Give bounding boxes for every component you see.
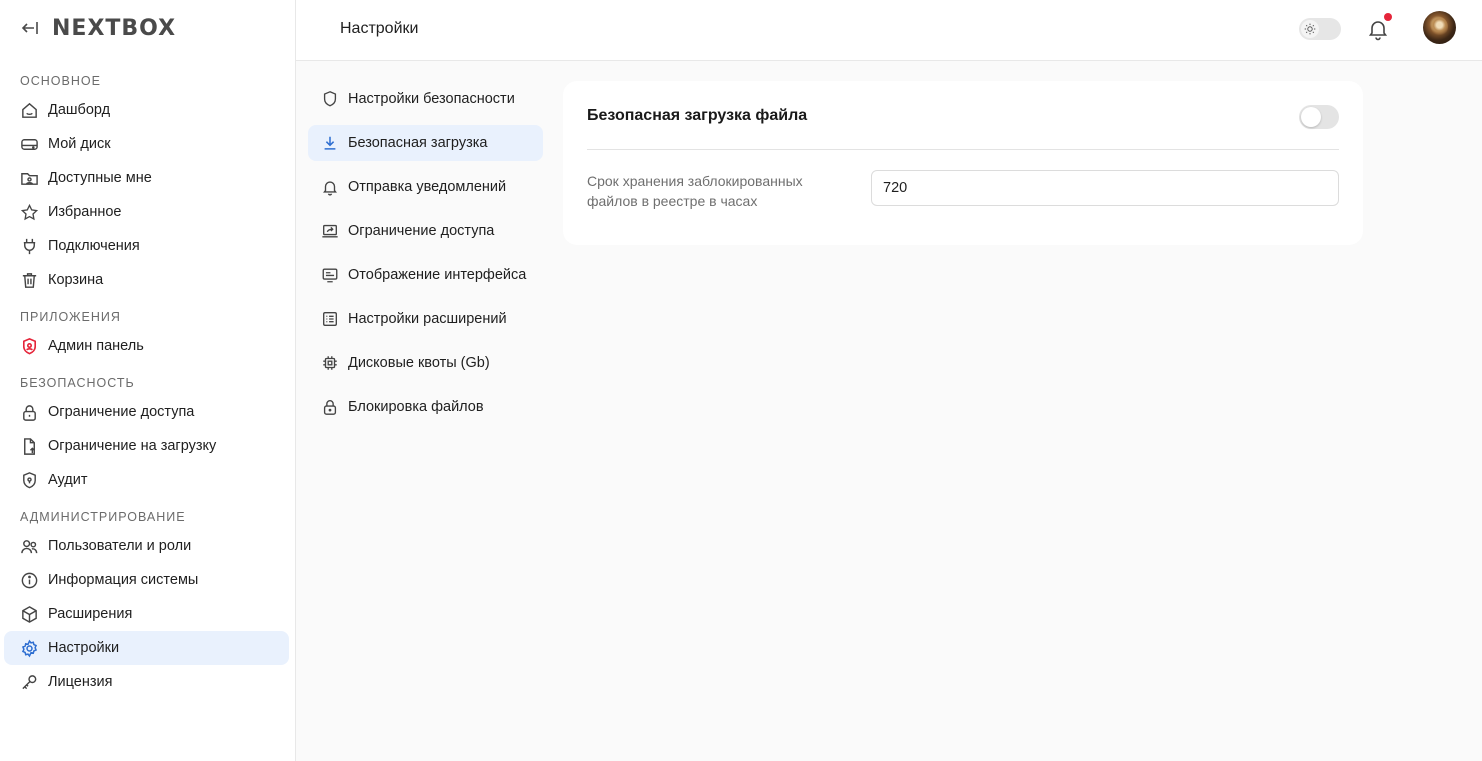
submenu-item-label: Настройки расширений	[348, 311, 507, 327]
submenu-item-interface-display[interactable]: Отображение интерфейса	[308, 257, 543, 293]
sidebar-item-audit[interactable]: Аудит	[4, 463, 289, 497]
home-icon	[20, 101, 39, 120]
submenu-item-label: Безопасная загрузка	[348, 135, 488, 151]
section-title-apps: Приложения	[20, 310, 121, 324]
submenu-item-access-restriction[interactable]: Ограничение доступа	[308, 213, 543, 249]
lock-icon	[320, 398, 339, 417]
retention-hours-input[interactable]	[871, 170, 1339, 206]
secure-upload-card: Безопасная загрузка файла Срок хранения …	[563, 81, 1363, 245]
divider	[587, 149, 1339, 150]
theme-toggle[interactable]	[1299, 18, 1341, 40]
sidebar-item-system-info[interactable]: Информация системы	[4, 563, 289, 597]
toggle-knob	[1301, 107, 1321, 127]
sidebar-item-shared[interactable]: Доступные мне	[4, 161, 289, 195]
submenu-item-label: Отображение интерфейса	[348, 267, 527, 283]
shield-icon	[320, 90, 339, 109]
sidebar-item-label: Админ панель	[48, 338, 144, 354]
key-icon	[20, 673, 39, 692]
submenu-item-notifications[interactable]: Отправка уведомлений	[308, 169, 543, 205]
laptop-share-icon	[320, 222, 339, 241]
sidebar-item-upload-restriction[interactable]: Ограничение на загрузку	[4, 429, 289, 463]
sidebar-item-my-drive[interactable]: Мой диск	[4, 127, 289, 161]
notifications-button[interactable]	[1366, 13, 1392, 41]
gear-icon	[20, 639, 39, 658]
file-upload-icon	[20, 437, 39, 456]
trash-icon	[20, 271, 39, 290]
submenu-item-disk-quotas[interactable]: Дисковые квоты (Gb)	[308, 345, 543, 381]
cube-icon	[20, 605, 39, 624]
sidebar-item-label: Мой диск	[48, 136, 111, 152]
sidebar-item-connections[interactable]: Подключения	[4, 229, 289, 263]
sidebar-item-favorites[interactable]: Избранное	[4, 195, 289, 229]
admin-shield-icon	[20, 337, 39, 356]
submenu-item-label: Ограничение доступа	[348, 223, 495, 239]
sidebar-item-label: Ограничение на загрузку	[48, 438, 217, 454]
section-title-security: Безопасность	[20, 376, 135, 390]
submenu-item-security-settings[interactable]: Настройки безопасности	[308, 81, 543, 117]
submenu-item-file-locking[interactable]: Блокировка файлов	[308, 389, 543, 425]
sidebar-item-label: Лицензия	[48, 674, 113, 690]
sidebar-item-label: Подключения	[48, 238, 140, 254]
page-title: Настройки	[340, 20, 419, 37]
submenu-item-label: Дисковые квоты (Gb)	[348, 355, 490, 371]
chip-icon	[320, 354, 339, 373]
sidebar-item-label: Пользователи и роли	[48, 538, 192, 554]
sun-icon	[1301, 20, 1319, 38]
display-icon	[320, 266, 339, 285]
sidebar-item-settings[interactable]: Настройки	[4, 631, 289, 665]
sidebar-item-label: Избранное	[48, 204, 122, 220]
sidebar-item-trash[interactable]: Корзина	[4, 263, 289, 297]
sidebar-item-label: Корзина	[48, 272, 104, 288]
section-title-main: Основное	[20, 74, 101, 88]
sidebar-item-dashboard[interactable]: Дашборд	[4, 93, 289, 127]
avatar[interactable]	[1423, 11, 1456, 44]
sidebar-item-label: Дашборд	[48, 102, 111, 118]
sidebar-item-access-restriction[interactable]: Ограничение доступа	[4, 395, 289, 429]
download-icon	[320, 134, 339, 153]
star-icon	[20, 203, 39, 222]
sidebar-item-users-roles[interactable]: Пользователи и роли	[4, 529, 289, 563]
submenu-item-extension-settings[interactable]: Настройки расширений	[308, 301, 543, 337]
drive-icon	[20, 135, 39, 154]
brand: NEXTBOX	[20, 14, 176, 42]
notification-dot	[1384, 13, 1392, 21]
submenu-item-secure-upload[interactable]: Безопасная загрузка	[308, 125, 543, 161]
sidebar-item-extensions[interactable]: Расширения	[4, 597, 289, 631]
card-title: Безопасная загрузка файла	[587, 107, 808, 124]
submenu-item-label: Настройки безопасности	[348, 91, 515, 107]
sidebar-item-label: Информация системы	[48, 572, 199, 588]
section-title-administration: Администрирование	[20, 510, 186, 524]
collapse-sidebar-icon[interactable]	[20, 18, 40, 38]
submenu-item-label: Отправка уведомлений	[348, 179, 507, 195]
submenu-item-label: Блокировка файлов	[348, 399, 484, 415]
sidebar-item-label: Расширения	[48, 606, 133, 622]
lock-icon	[20, 403, 39, 422]
shared-folder-icon	[20, 169, 39, 188]
sidebar-item-label: Доступные мне	[48, 170, 152, 186]
list-icon	[320, 310, 339, 329]
plug-icon	[20, 237, 39, 256]
sidebar-item-label: Аудит	[48, 472, 88, 488]
bell-icon	[320, 178, 339, 197]
info-icon	[20, 571, 39, 590]
sidebar-item-license[interactable]: Лицензия	[4, 665, 289, 699]
retention-hours-label: Срок хранения заблокированных файлов в р…	[587, 173, 803, 209]
sidebar: NEXTBOX Основное Дашборд Мой диск Доступ…	[0, 0, 296, 761]
sidebar-item-admin-panel[interactable]: Админ панель	[4, 329, 289, 363]
brand-logo[interactable]: NEXTBOX	[52, 16, 176, 41]
sidebar-item-label: Настройки	[48, 640, 120, 656]
shield-icon	[20, 471, 39, 490]
sidebar-item-label: Ограничение доступа	[48, 404, 195, 420]
secure-upload-toggle[interactable]	[1299, 105, 1339, 129]
top-header: Настройки	[296, 0, 1482, 61]
users-icon	[20, 537, 39, 556]
